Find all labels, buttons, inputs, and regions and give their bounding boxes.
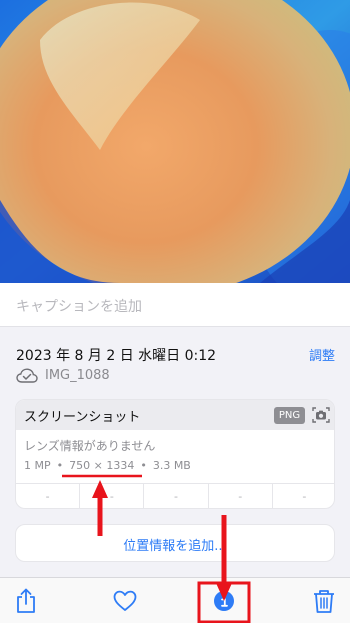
share-icon[interactable]	[13, 588, 39, 614]
photo-datetime: 2023 年 8 月 2 日 水曜日 0:12	[16, 348, 217, 364]
metadata-card-title: スクリーンショット	[24, 410, 141, 425]
exif-ev: -	[143, 484, 207, 508]
photo-preview[interactable]	[0, 0, 350, 283]
image-specs: 1 MP • 750 × 1334 • 3.3 MB	[24, 459, 191, 472]
file-name: IMG_1088	[45, 368, 110, 383]
metadata-card: スクリーンショット PNG レンズ情報がありません 1 MP • 750 × 133…	[15, 399, 335, 509]
lens-info: レンズ情報がありません	[24, 439, 156, 453]
exif-row: - - - - -	[16, 483, 334, 508]
exif-shutter: -	[271, 484, 334, 508]
icloud-check-icon	[16, 368, 38, 383]
exif-aperture: -	[207, 484, 272, 508]
metadata-card-header: スクリーンショット PNG	[16, 400, 334, 430]
adjust-button[interactable]: 調整	[309, 345, 335, 364]
format-badge: PNG	[274, 407, 305, 424]
heart-icon[interactable]	[112, 588, 138, 614]
wallpaper-image	[0, 0, 350, 283]
exif-iso: -	[45, 490, 50, 503]
bottom-toolbar	[0, 577, 350, 623]
add-location-label: 位置情報を追加...	[123, 539, 227, 554]
file-size: 3.3 MB	[152, 459, 191, 472]
caption-placeholder: キャプションを追加	[16, 299, 142, 315]
screenshot-camera-icon	[312, 407, 330, 423]
trash-icon[interactable]	[311, 588, 337, 614]
info-icon[interactable]	[211, 588, 237, 614]
exif-focal-length: -	[79, 484, 143, 508]
spec-separator: •	[140, 459, 147, 472]
spec-separator: •	[56, 459, 64, 472]
resolution: 750 × 1334	[69, 459, 135, 472]
add-location-button[interactable]: 位置情報を追加...	[15, 524, 335, 562]
megapixels: 1 MP	[24, 459, 51, 472]
caption-field[interactable]: キャプションを追加	[0, 283, 350, 327]
